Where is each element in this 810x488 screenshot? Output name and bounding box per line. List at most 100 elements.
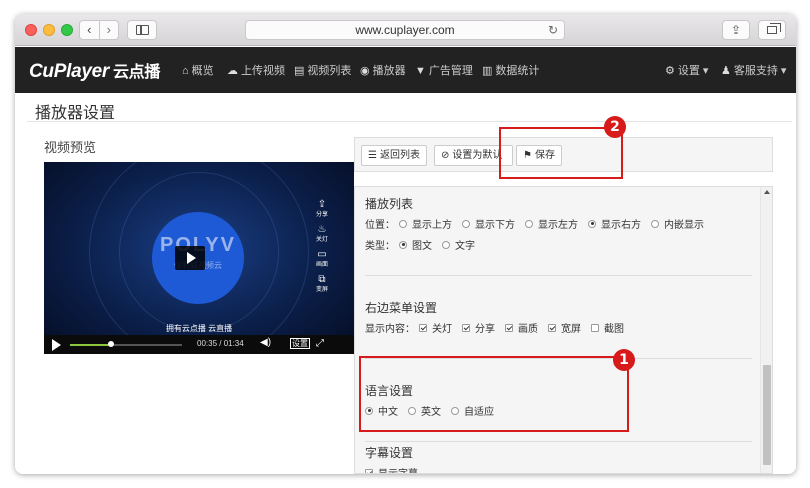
brand-name: CuPlayer — [29, 61, 109, 82]
nav-label: 播放器 — [372, 65, 406, 77]
minimize-window-button[interactable] — [43, 24, 55, 36]
nav-label: 广告管理 — [428, 65, 473, 77]
brand-cn: 云点播 — [112, 64, 161, 81]
progress-fill — [70, 344, 112, 346]
position-option[interactable]: 显示下方 — [462, 216, 515, 231]
option-label: 显示右方 — [601, 220, 641, 231]
menu-option[interactable]: 关灯 — [419, 320, 452, 335]
playlist-position-row: 位置： 显示上方 显示下方 显示左方 显示右方 内嵌显示 — [365, 216, 714, 231]
play-button[interactable] — [175, 246, 205, 270]
user-icon: ♟ — [721, 65, 731, 77]
menu-option[interactable]: 分享 — [462, 320, 495, 335]
radio-icon — [399, 240, 407, 249]
film-icon: ▤ — [294, 65, 305, 77]
type-option[interactable]: 文字 — [442, 237, 475, 252]
option-label: 显示字幕 — [378, 465, 418, 473]
option-label: 截图 — [604, 324, 624, 335]
reload-icon[interactable]: ↻ — [548, 21, 558, 39]
tab-overview-button[interactable] — [758, 20, 786, 40]
brand-logo[interactable]: CuPlayer 云点播 — [29, 58, 160, 83]
tabs-icon — [767, 23, 781, 34]
progress-slider[interactable] — [70, 341, 182, 347]
back-to-list-button[interactable]: ☰ 返回列表 — [361, 145, 427, 166]
tool-label: 关灯 — [315, 237, 328, 243]
radio-icon — [651, 219, 659, 228]
radio-icon — [588, 219, 596, 228]
progress-knob[interactable] — [108, 341, 115, 347]
menu-option[interactable]: 宽屏 — [548, 320, 581, 335]
close-window-button[interactable] — [25, 24, 37, 36]
option-label: 关灯 — [432, 324, 452, 335]
video-controls: 00:35 / 01:34 ◀) 设置 ⤢ — [44, 335, 354, 354]
nav-label: 视频列表 — [307, 65, 352, 77]
settings-icon[interactable]: 设置 — [290, 338, 310, 349]
address-bar[interactable]: www.cuplayer.com ↻ — [245, 20, 565, 40]
option-label: 图文 — [412, 241, 432, 252]
share-tool[interactable]: ⇪ 分享 — [312, 199, 332, 219]
nav-label: 客服支持 ▾ — [733, 65, 787, 77]
divider — [27, 121, 792, 122]
menu-option[interactable]: 画质 — [505, 320, 538, 335]
subtitle-title: 字幕设置 — [365, 446, 414, 460]
checkbox-icon — [419, 323, 427, 332]
option-label: 文字 — [455, 241, 475, 252]
quality-tool[interactable]: ▭ 画面 — [312, 249, 332, 269]
check-circle-icon: ⊘ — [441, 150, 450, 161]
tool-label: 分享 — [315, 212, 328, 218]
nav-support-menu[interactable]: ♟ 客服支持 ▾ — [721, 62, 786, 78]
monitor-icon: ▭ — [317, 249, 327, 260]
subtitle-option[interactable]: 显示字幕 — [365, 465, 418, 473]
play-icon[interactable] — [52, 339, 61, 351]
lights-off-tool[interactable]: ♨ 关灯 — [312, 224, 332, 244]
annotation-box-2 — [499, 127, 623, 179]
nav-ads[interactable]: ▼ 广告管理 — [415, 62, 473, 78]
type-label: 类型： — [365, 241, 395, 252]
nav-label: 数据统计 — [495, 65, 540, 77]
option-label: 显示上方 — [412, 220, 452, 231]
position-option[interactable]: 内嵌显示 — [651, 216, 704, 231]
share-icon: ⇪ — [730, 23, 742, 37]
scroll-thumb[interactable] — [763, 365, 771, 465]
playlist-title: 播放列表 — [365, 197, 414, 211]
url-text: www.cuplayer.com — [355, 23, 455, 37]
radio-icon — [399, 219, 407, 228]
divider — [365, 275, 752, 276]
sidebar-toggle-button[interactable] — [127, 20, 157, 40]
back-icon[interactable]: ‹ — [80, 21, 100, 39]
display-label: 显示内容： — [365, 324, 415, 335]
nav-overview[interactable]: ⌂ 概览 — [182, 62, 214, 78]
nav-stats[interactable]: ▥ 数据统计 — [482, 62, 539, 78]
list-icon: ☰ — [368, 150, 377, 161]
nav-settings-menu[interactable]: ⚙ 设置 ▾ — [665, 62, 708, 78]
video-preview[interactable]: POLYV 保利威视频云 ⇪分享 ♨关灯 ▭画面 ⧉变屏 拥有云点播 云直播 0… — [44, 162, 354, 354]
playlist-type-row: 类型： 图文 文字 — [365, 237, 485, 252]
nav-upload[interactable]: ☁ 上传视频 — [227, 62, 285, 78]
time-display: 00:35 / 01:34 — [197, 339, 244, 348]
type-option[interactable]: 图文 — [399, 237, 432, 252]
widescreen-tool[interactable]: ⧉ 变屏 — [312, 274, 332, 294]
nav-player[interactable]: ◉ 播放器 — [360, 62, 406, 78]
volume-icon[interactable]: ◀) — [260, 337, 271, 348]
position-option[interactable]: 显示右方 — [588, 216, 641, 231]
option-label: 内嵌显示 — [664, 220, 704, 231]
position-option[interactable]: 显示左方 — [525, 216, 578, 231]
fullscreen-icon[interactable]: ⤢ — [316, 338, 324, 349]
sidebar-icon — [136, 25, 149, 35]
zoom-window-button[interactable] — [61, 24, 73, 36]
tool-label: 画面 — [315, 262, 328, 268]
menu-option[interactable]: 截图 — [591, 320, 624, 335]
nav-video-list[interactable]: ▤ 视频列表 — [294, 62, 351, 78]
position-option[interactable]: 显示上方 — [399, 216, 452, 231]
scroll-up-arrow[interactable] — [764, 190, 770, 194]
share-button[interactable]: ⇪ — [722, 20, 750, 40]
checkbox-icon — [591, 323, 599, 332]
checkbox-icon — [462, 323, 470, 332]
settings-scrollbar[interactable] — [760, 187, 772, 473]
forward-icon[interactable]: › — [100, 21, 119, 39]
radio-icon — [462, 219, 470, 228]
annotation-badge-2: 2 — [604, 116, 626, 138]
option-label: 分享 — [475, 324, 495, 335]
browser-window: ‹ › www.cuplayer.com ↻ ⇪ CuPlayer 云点播 ⌂ 概览… — [15, 14, 796, 474]
option-label: 显示左方 — [538, 220, 578, 231]
bulb-icon: ♨ — [317, 224, 327, 235]
